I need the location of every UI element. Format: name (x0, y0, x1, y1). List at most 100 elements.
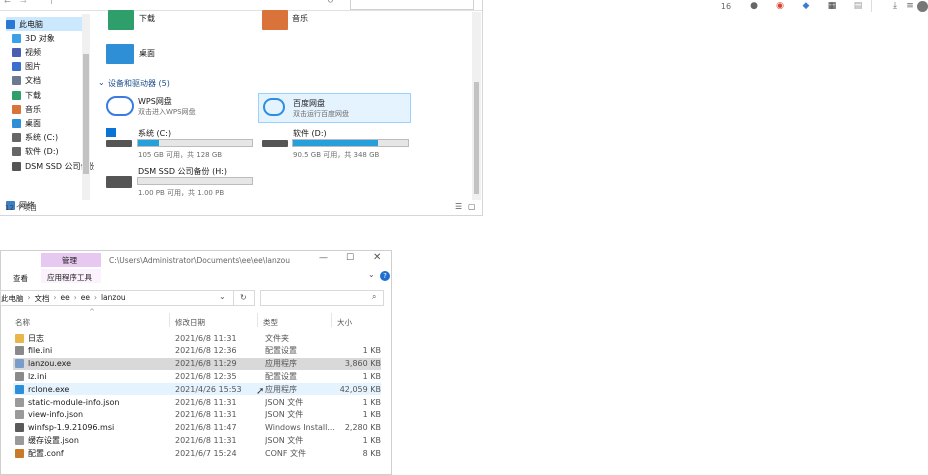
table-row[interactable]: static-module-info.json 2021/6/8 11:31 JSO… (13, 396, 381, 408)
column-header-size[interactable]: 大小 (337, 317, 352, 328)
breadcrumb-chevron-icon[interactable]: › (94, 293, 97, 304)
drive-icon (106, 140, 132, 147)
file-name-cell: 配置.conf (13, 448, 175, 459)
ribbon-tab-tools[interactable]: 应用程序工具 (41, 269, 101, 283)
column-header-name[interactable]: 名称 (15, 317, 30, 328)
file-size: 2,280 KB (344, 423, 381, 433)
breadcrumb-chevron-icon[interactable]: › (74, 293, 77, 304)
refresh-icon: ↻ (240, 293, 247, 302)
content-scrollbar[interactable] (472, 12, 481, 200)
nav-item[interactable]: 此电脑 (6, 17, 88, 31)
weibo-icon[interactable]: ◉ (775, 1, 785, 11)
top-address-bar[interactable]: ← → ↑ ↻ (0, 0, 482, 11)
table-row[interactable]: view-info.json 2021/6/8 11:31 JSON 文件 1 KB (13, 409, 381, 421)
table-row[interactable]: lz.ini 2021/6/8 12:35 配置设置 1 KB (13, 370, 381, 382)
breadcrumb-segment[interactable]: lanzou (101, 293, 126, 304)
minimize-icon[interactable]: — (319, 253, 328, 263)
address-bar[interactable]: 此电脑 › 文档 › ee › ee › lanzou ⌄ (0, 290, 255, 306)
music-folder-icon[interactable] (262, 10, 288, 30)
baidu-cloud-tile[interactable]: 百度网盘 双击运行百度网盘 (258, 93, 411, 123)
drive-usage-fill (293, 140, 379, 146)
refresh-button[interactable]: ↻ (233, 290, 255, 306)
breadcrumb-chevron-icon[interactable]: › (28, 293, 31, 304)
file-type: JSON 文件 (265, 410, 304, 420)
browser-toolbar: 16 ● ◉ ◆ ▦ ▤ ⤓ ≡ (483, 0, 928, 14)
file-size: 1 KB (362, 346, 381, 356)
menu-icon[interactable]: ≡ (905, 1, 915, 11)
drive-sub: 105 GB 可用，共 128 GB (138, 151, 223, 159)
folder-downloads[interactable] (106, 10, 136, 34)
tile-sub: 双击运行百度网盘 (293, 110, 349, 118)
drive-usage-bar (137, 177, 253, 185)
table-row[interactable]: 日志 2021/6/8 11:31 文件夹 (13, 332, 381, 344)
table-row[interactable]: 配置.conf 2021/6/7 15:24 CONF 文件 8 KB (13, 447, 381, 459)
breadcrumb-segment[interactable]: 此电脑 (1, 293, 24, 304)
file-size: 8 KB (362, 448, 381, 458)
file-name: file.ini (28, 346, 53, 356)
column-divider[interactable] (331, 313, 332, 327)
address-dropdown-icon[interactable]: ⌄ (219, 292, 226, 301)
apps-icon[interactable]: ▦ (827, 1, 837, 11)
table-row[interactable]: 缓存设置.json 2021/6/8 11:31 JSON 文件 1 KB (13, 434, 381, 446)
table-row[interactable]: lanzou.exe 2021/6/8 11:29 应用程序 3,860 KB (13, 357, 381, 370)
wps-cloud-tile[interactable]: WPS网盘 双击进入WPS网盘 (106, 94, 256, 124)
file-date: 2021/6/8 12:35 (175, 371, 237, 381)
toolbar-divider (871, 0, 872, 12)
back-arrow-icon[interactable]: ← (4, 0, 11, 6)
file-size: 1 KB (362, 435, 381, 445)
close-icon[interactable]: ✕ (373, 252, 381, 263)
3d-objects-icon (12, 33, 21, 43)
up-arrow-icon[interactable]: ↑ (48, 0, 55, 6)
help-icon[interactable]: ? (380, 271, 390, 281)
section-chevron-icon[interactable]: ⌄ (98, 78, 105, 87)
ribbon-expand-icon[interactable]: ⌄ (368, 270, 375, 279)
breadcrumb-segment[interactable]: 文档 (35, 293, 50, 304)
table-row[interactable]: rclone.exe 2021/4/26 15:53 应用程序 42,059 KB (13, 383, 381, 396)
column-divider[interactable] (257, 313, 258, 327)
drive-tile-d[interactable]: 软件 (D:) 90.5 GB 可用，共 348 GB (262, 126, 412, 160)
table-row[interactable]: file.ini 2021/6/8 12:36 配置设置 1 KB (13, 345, 381, 357)
top-search-input[interactable] (350, 0, 474, 10)
column-divider[interactable] (169, 313, 170, 327)
nav-scrollbar[interactable] (82, 14, 90, 200)
column-header-date[interactable]: 修改日期 (175, 317, 205, 328)
details-view-icon[interactable]: ☰ (455, 202, 462, 211)
breadcrumb-segment[interactable]: ee (81, 293, 90, 304)
nav-item-label: 3D 对象 (25, 33, 55, 43)
search-input[interactable]: ⌕ (260, 290, 384, 306)
maximize-icon[interactable]: ☐ (346, 253, 354, 263)
breadcrumb-segment[interactable]: ee (61, 293, 70, 304)
nav-scroll-thumb[interactable] (83, 54, 89, 174)
extensions-badge[interactable]: 16 (719, 1, 733, 11)
ribbon-context-tab[interactable]: 管理 (41, 253, 101, 267)
refresh-icon[interactable]: ↻ (327, 0, 334, 5)
extension-puzzle-icon[interactable]: ▤ (853, 1, 863, 11)
windows-logo-icon (106, 128, 116, 137)
drive-usage-bar (137, 139, 253, 147)
breadcrumb-chevron-icon[interactable]: › (54, 293, 57, 304)
column-header-type[interactable]: 类型 (263, 317, 278, 328)
section-title: 设备和驱动器 (5) (108, 79, 170, 88)
forward-arrow-icon[interactable]: → (20, 0, 27, 6)
ribbon-tab-view[interactable]: 查看 (13, 273, 28, 284)
drive-usage-bar (292, 139, 409, 147)
ini-file-icon (15, 371, 24, 381)
desktop-folder-icon[interactable] (106, 44, 134, 64)
computer-icon (6, 19, 15, 29)
file-name-cell: lanzou.exe (13, 359, 175, 369)
nav-item-label: 此电脑 (19, 19, 43, 29)
top-explorer-window: ← → ↑ ↻ 此电脑 3D 对象 视频 图片 文档 下载 音乐 桌面 系统 (C:) 软件 (D… (0, 0, 483, 216)
drive-tile-c[interactable]: 系统 (C:) 105 GB 可用，共 128 GB (106, 126, 256, 160)
content-scroll-thumb[interactable] (474, 82, 479, 194)
file-type: 应用程序 (265, 384, 297, 394)
file-type: JSON 文件 (265, 397, 304, 407)
avatar[interactable] (917, 1, 928, 12)
shield-icon[interactable]: ◆ (801, 1, 811, 11)
table-row[interactable]: winfsp-1.9.21096.msi 2021/6/8 11:47 Window… (13, 422, 381, 434)
tiles-view-icon[interactable]: ▢ (468, 202, 476, 211)
drive-tile-h[interactable]: DSM SSD 公司备份 (H:) 1.00 PB 可用，共 1.00 PB (106, 164, 256, 198)
status-bar-count: 12 个项目 (5, 204, 38, 212)
download-icon[interactable]: ⤓ (890, 1, 900, 11)
extension-gray-icon[interactable]: ● (749, 1, 759, 11)
folder-label: 下载 (139, 14, 155, 23)
